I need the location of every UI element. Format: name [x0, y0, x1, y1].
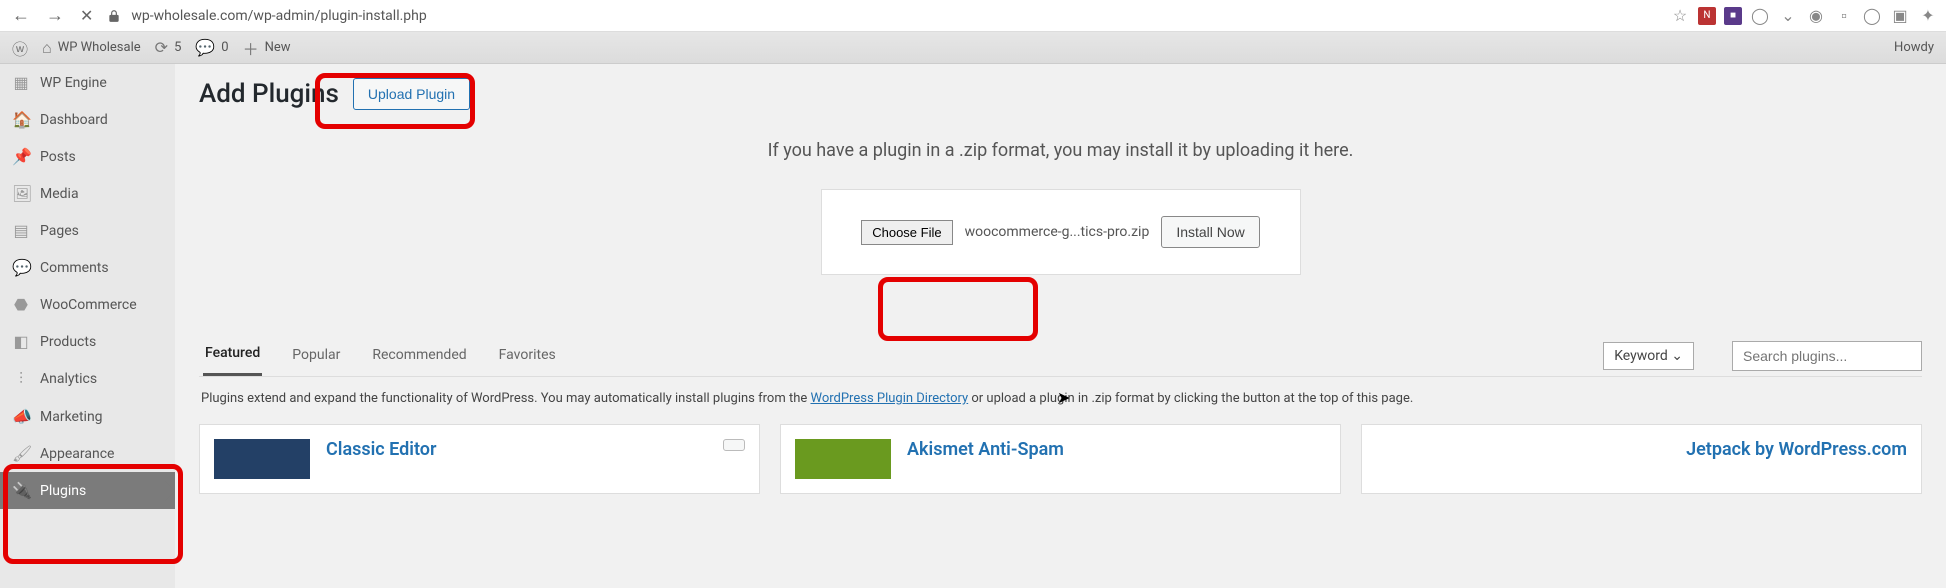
puzzle-icon[interactable]: ✦	[1918, 6, 1938, 26]
stop-icon[interactable]: ✕	[76, 6, 97, 25]
sidebar-item-marketing[interactable]: 📣 Marketing	[0, 398, 175, 435]
sidebar-item-label: Plugins	[40, 483, 86, 499]
tab-recommended[interactable]: Recommended	[370, 337, 468, 375]
howdy-menu[interactable]: Howdy	[1894, 40, 1934, 55]
cursor-icon: ➤	[1057, 388, 1070, 407]
comments-count: 0	[221, 40, 228, 55]
plugin-card-jetpack: Jetpack by WordPress.com	[1361, 424, 1922, 494]
sidebar-item-pages[interactable]: ▤ Pages	[0, 212, 175, 249]
plugin-name-link[interactable]: Jetpack by WordPress.com	[1686, 439, 1907, 460]
upload-help-text: If you have a plugin in a .zip format, y…	[199, 140, 1922, 161]
plugin-action-button[interactable]	[723, 439, 745, 451]
sidebar-item-label: Dashboard	[40, 112, 108, 128]
sidebar-item-dashboard[interactable]: 🏠 Dashboard	[0, 101, 175, 138]
site-link[interactable]: ⌂WP Wholesale	[42, 38, 141, 58]
tab-featured[interactable]: Featured	[203, 335, 262, 376]
extension-icon[interactable]: ■	[1724, 7, 1742, 25]
extension-icon[interactable]: ▣	[1890, 6, 1910, 26]
analytics-icon: ⫶	[12, 369, 30, 389]
sidebar-item-plugins[interactable]: 🔌 Plugins	[0, 472, 175, 509]
new-label: New	[265, 40, 291, 55]
tab-popular[interactable]: Popular	[290, 337, 342, 375]
forward-icon[interactable]: →	[42, 5, 68, 26]
wpengine-icon: ▦	[12, 73, 30, 92]
howdy-label: Howdy	[1894, 40, 1934, 55]
sidebar-item-label: Products	[40, 334, 96, 350]
sidebar-item-comments[interactable]: 💬 Comments	[0, 249, 175, 286]
extension-icon[interactable]: ◉	[1806, 6, 1826, 26]
dashboard-icon: 🏠	[12, 110, 30, 129]
plug-icon: 🔌	[12, 481, 30, 500]
search-type-select[interactable]: Keyword ⌄	[1603, 342, 1694, 370]
admin-sidebar: ▦ WP Engine 🏠 Dashboard 📌 Posts 🖼 Media ▤ Pag…	[0, 64, 175, 588]
sidebar-item-woocommerce[interactable]: ⬣ WooCommerce	[0, 286, 175, 323]
sidebar-item-wpengine[interactable]: ▦ WP Engine	[0, 64, 175, 101]
site-name: WP Wholesale	[58, 40, 141, 55]
intro-after: or upload a plugin in .zip format by cli…	[968, 391, 1413, 406]
marketing-icon: 📣	[12, 407, 30, 426]
upload-form: Choose File woocommerce-g...tics-pro.zip…	[821, 189, 1301, 275]
updates-count: 5	[174, 40, 181, 55]
updates-link[interactable]: ⟳5	[155, 38, 182, 57]
woocommerce-icon: ⬣	[12, 295, 30, 314]
intro-before: Plugins extend and expand the functional…	[201, 391, 810, 406]
sidebar-item-label: Marketing	[40, 409, 103, 425]
media-icon: 🖼	[12, 184, 30, 203]
address-bar[interactable]: wp-wholesale.com/wp-admin/plugin-install…	[131, 8, 426, 24]
lock-icon	[105, 9, 123, 23]
plugin-name-link[interactable]: Akismet Anti-Spam	[907, 439, 1064, 460]
sidebar-item-label: Analytics	[40, 371, 97, 387]
search-plugins-input[interactable]	[1732, 341, 1922, 371]
plugin-card-akismet: Akismet Anti-Spam	[780, 424, 1341, 494]
sidebar-item-analytics[interactable]: ⫶ Analytics	[0, 360, 175, 398]
sidebar-item-label: Posts	[40, 149, 76, 165]
plugin-thumbnail	[214, 439, 310, 479]
tab-favorites[interactable]: Favorites	[497, 337, 558, 375]
chosen-filename: woocommerce-g...tics-pro.zip	[965, 224, 1150, 240]
pin-icon: 📌	[12, 147, 30, 166]
plugin-name-link[interactable]: Classic Editor	[326, 439, 436, 460]
new-content[interactable]: ＋New	[243, 36, 291, 60]
plugin-directory-link[interactable]: WordPress Plugin Directory	[810, 391, 968, 406]
sidebar-item-label: WooCommerce	[40, 297, 137, 313]
page-icon: ▤	[12, 221, 30, 240]
sidebar-item-appearance[interactable]: 🖌 Appearance	[0, 435, 175, 472]
page-title: Add Plugins	[199, 79, 339, 109]
install-now-button[interactable]: Install Now	[1161, 216, 1259, 248]
extension-icon[interactable]: ▫	[1834, 6, 1854, 26]
comments-link[interactable]: 💬0	[195, 38, 228, 57]
browser-toolbar: ← → ✕ wp-wholesale.com/wp-admin/plugin-i…	[0, 0, 1946, 32]
sidebar-item-label: Comments	[40, 260, 109, 276]
brush-icon: 🖌	[12, 444, 30, 463]
extension-icon[interactable]: N	[1698, 7, 1716, 25]
wp-logo[interactable]: ⓦ	[12, 36, 28, 60]
sidebar-item-label: Appearance	[40, 446, 114, 462]
sidebar-item-media[interactable]: 🖼 Media	[0, 175, 175, 212]
wp-adminbar: ⓦ ⌂WP Wholesale ⟳5 💬0 ＋New Howdy	[0, 32, 1946, 64]
comment-icon: 💬	[12, 258, 30, 277]
sidebar-item-posts[interactable]: 📌 Posts	[0, 138, 175, 175]
sidebar-item-label: Pages	[40, 223, 79, 239]
extension-icon[interactable]: ◯	[1862, 6, 1882, 26]
upload-plugin-button[interactable]: Upload Plugin	[353, 78, 470, 110]
extension-icon[interactable]: ◯	[1750, 6, 1770, 26]
plugin-cards-row: Classic Editor Akismet Anti-Spam Jetpack…	[199, 424, 1922, 494]
page-content: Add Plugins Upload Plugin If you have a …	[175, 64, 1946, 588]
sidebar-item-label: WP Engine	[40, 75, 107, 91]
products-icon: ◧	[12, 332, 30, 351]
keyword-label: Keyword	[1614, 348, 1668, 364]
sidebar-item-products[interactable]: ◧ Products	[0, 323, 175, 360]
star-icon[interactable]: ☆	[1670, 6, 1690, 26]
plugin-thumbnail	[795, 439, 891, 479]
chevron-down-icon: ⌄	[1671, 348, 1683, 364]
sidebar-item-label: Media	[40, 186, 79, 202]
filter-tabs: Featured Popular Recommended Favorites K…	[199, 335, 1922, 377]
pocket-icon[interactable]: ⌄	[1778, 6, 1798, 26]
back-icon[interactable]: ←	[8, 5, 34, 26]
choose-file-button[interactable]: Choose File	[861, 220, 952, 245]
plugin-card-classic-editor: Classic Editor	[199, 424, 760, 494]
